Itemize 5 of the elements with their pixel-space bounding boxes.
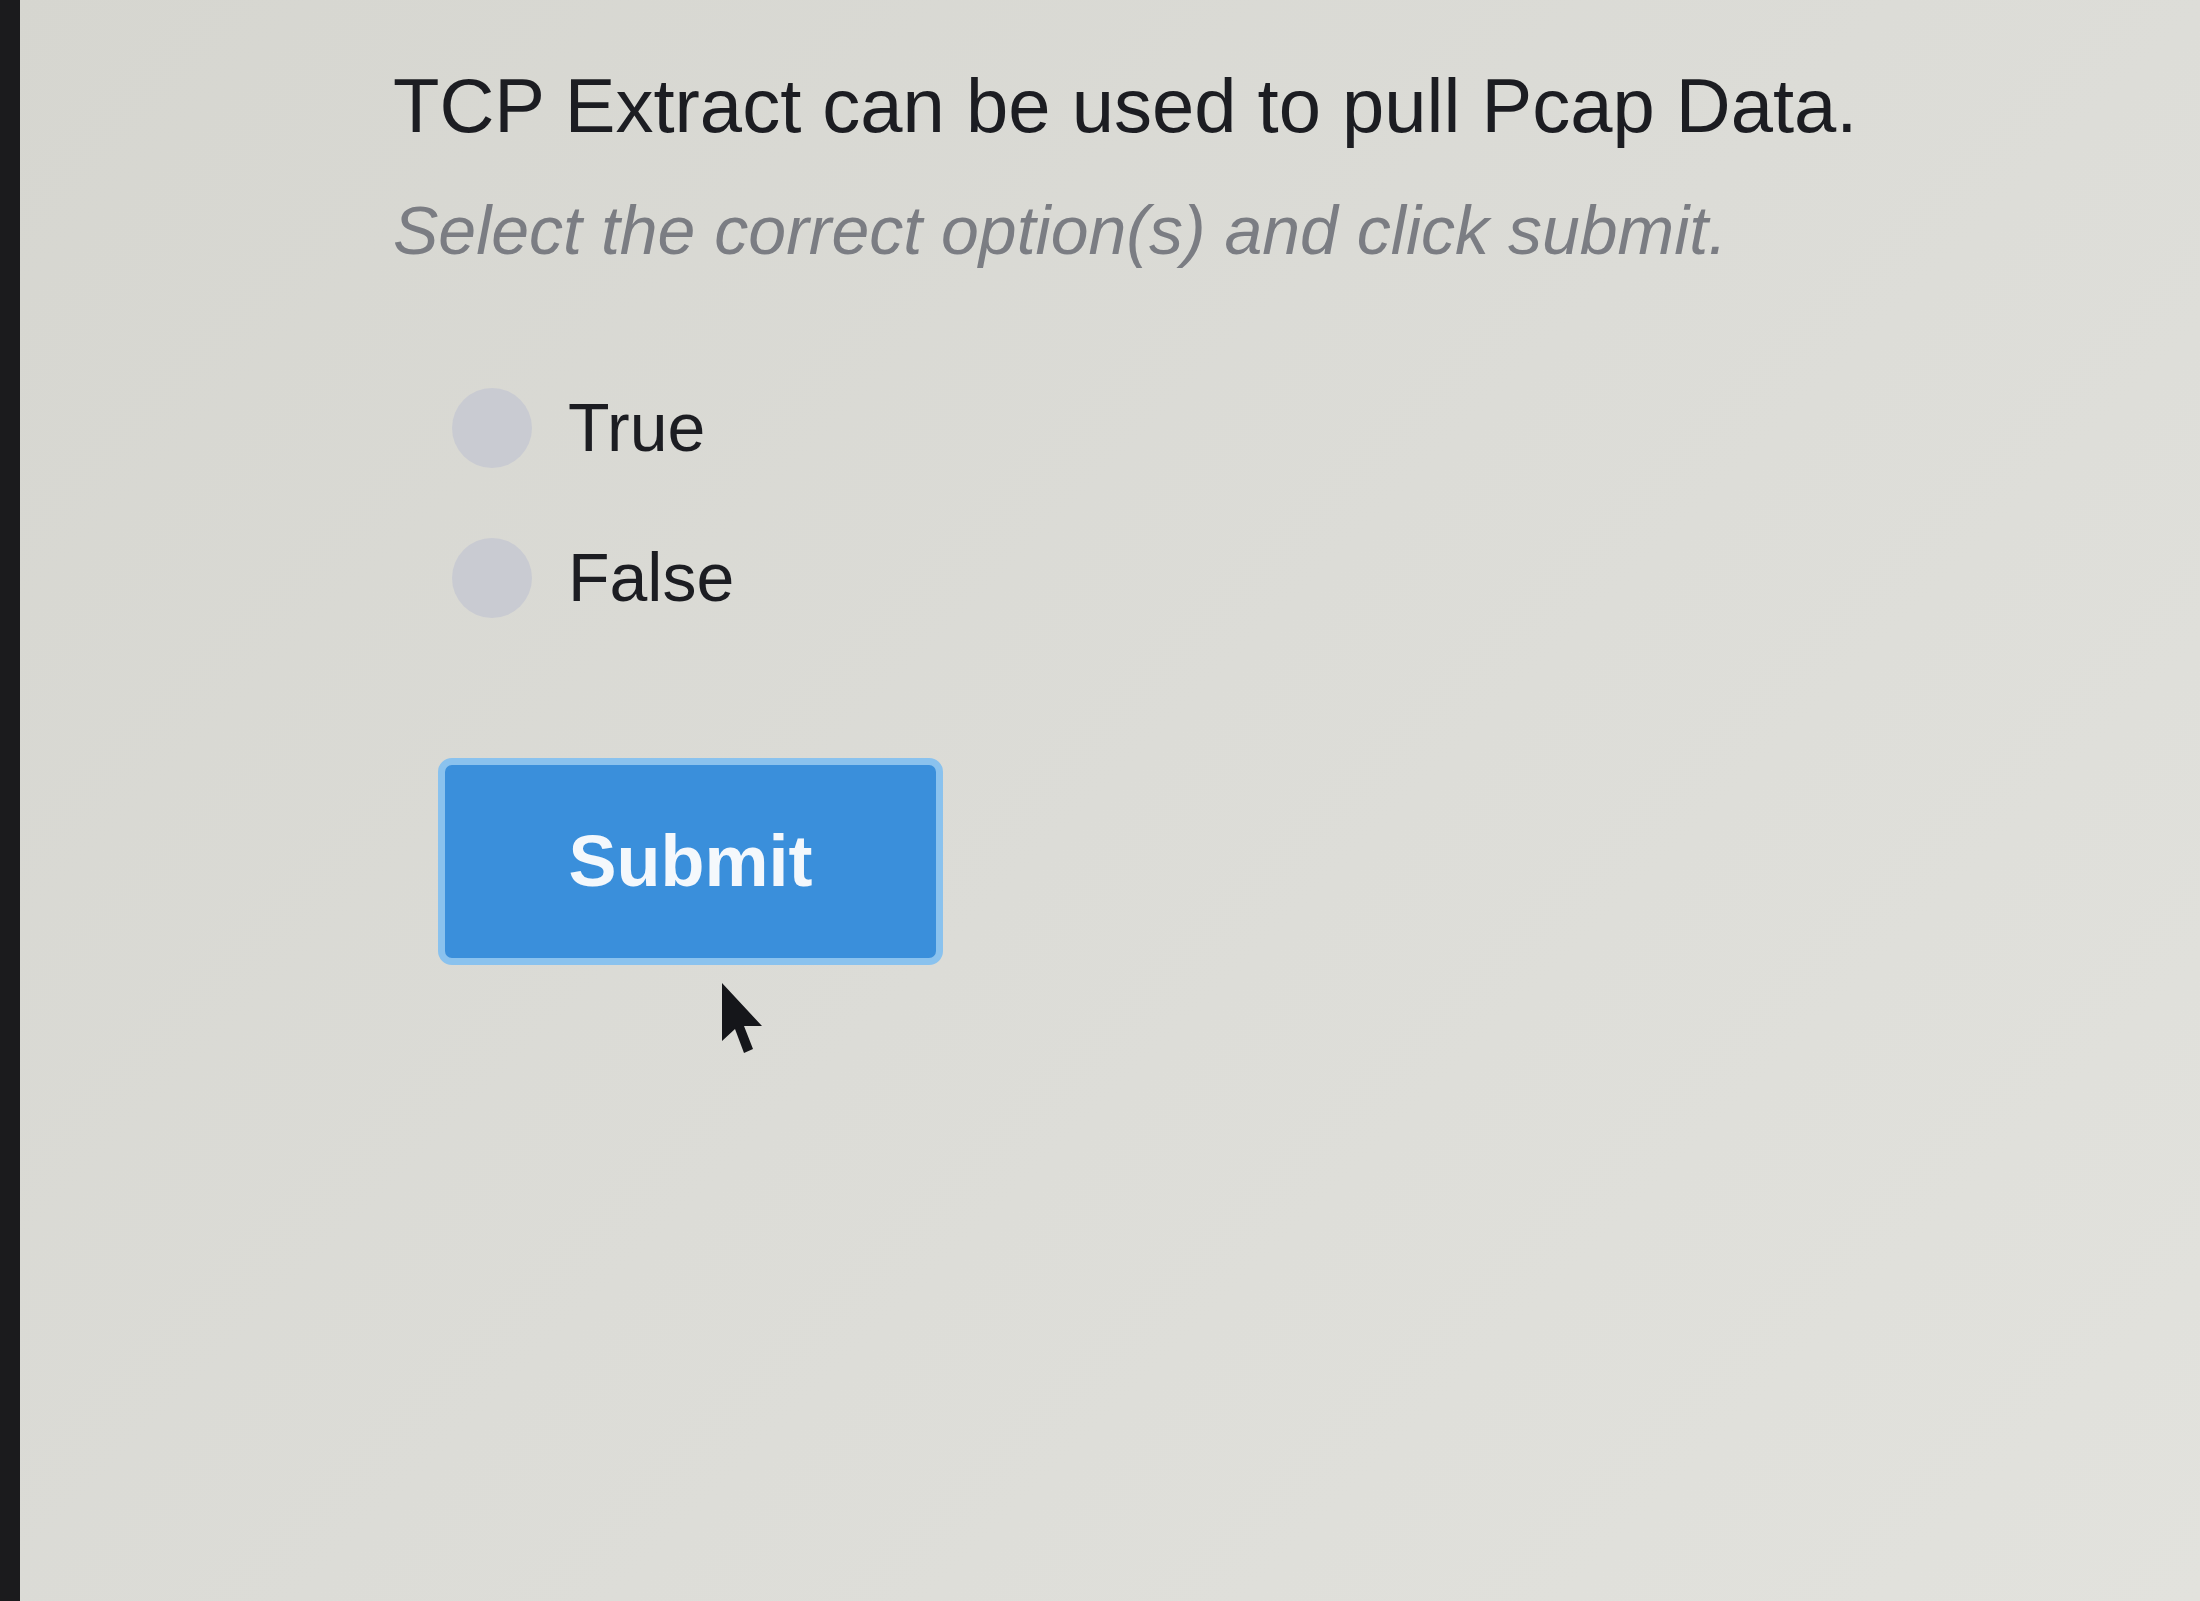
question-title: TCP Extract can be used to pull Pcap Data. xyxy=(393,62,1858,150)
instruction-text: Select the correct option(s) and click submit. xyxy=(393,191,1728,271)
submit-button[interactable]: Submit xyxy=(438,757,943,965)
option-label: True xyxy=(568,388,706,467)
option-label: False xyxy=(568,538,735,617)
